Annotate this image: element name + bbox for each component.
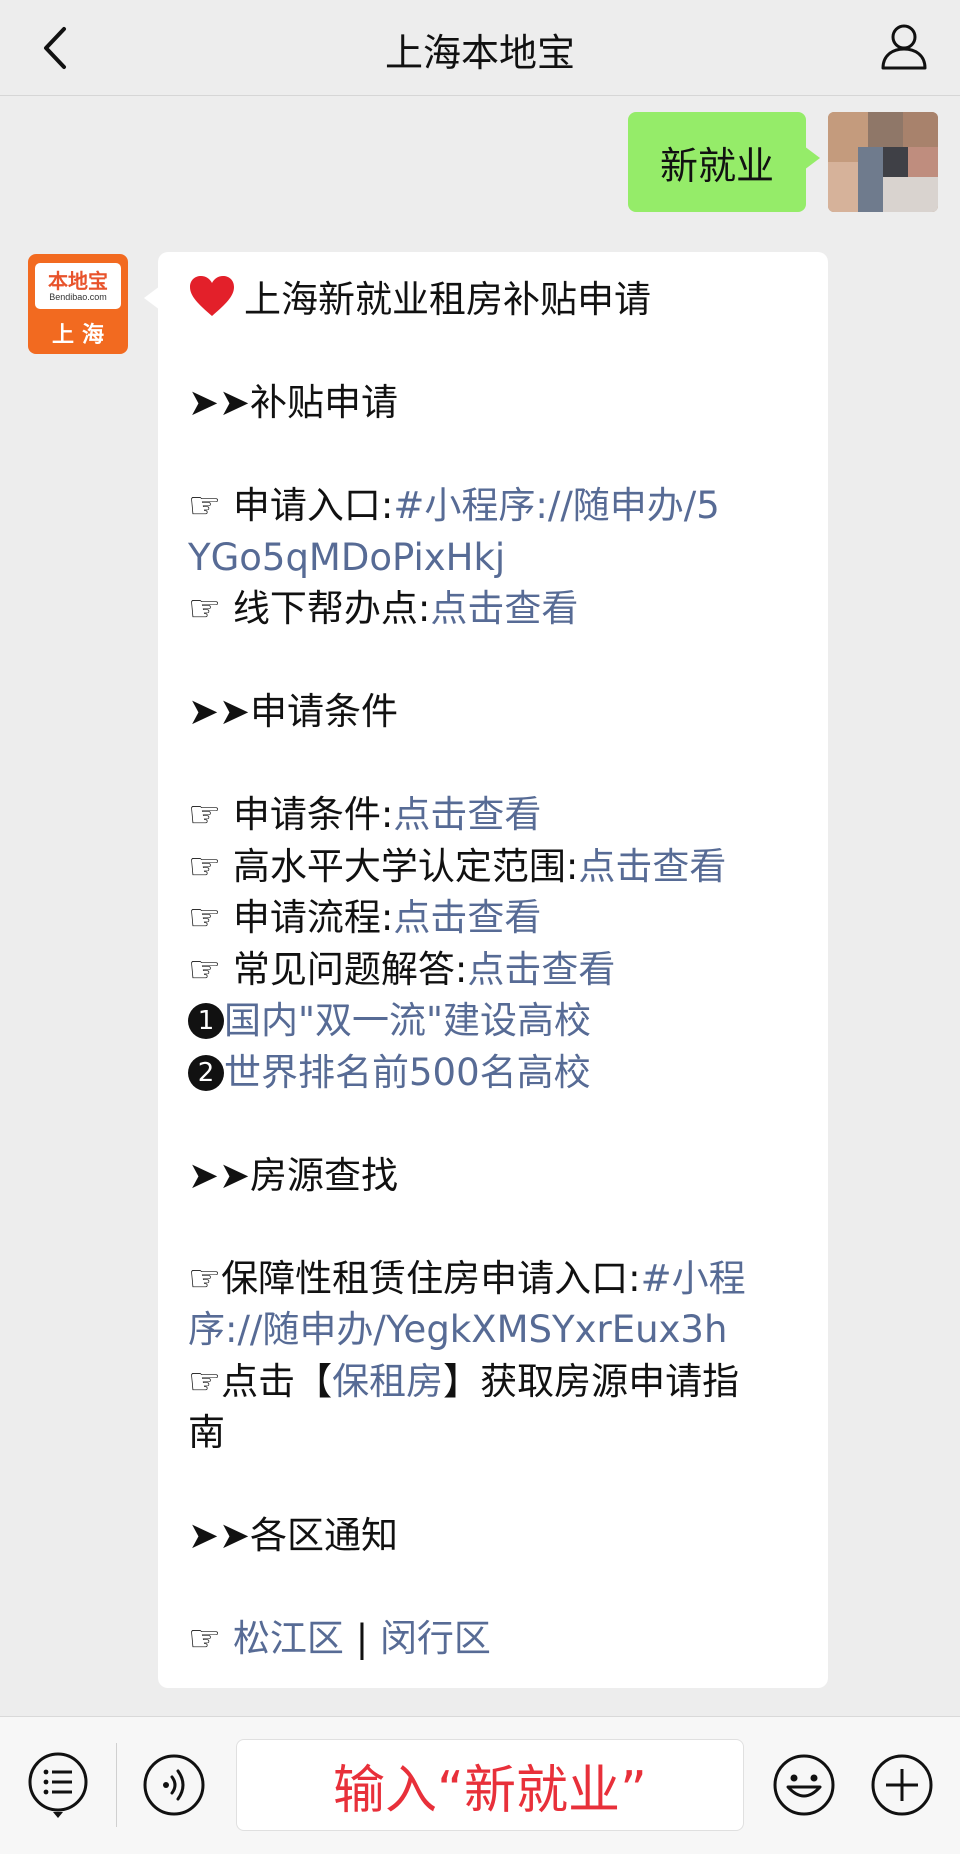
guarantee-rental-tail: 南 xyxy=(188,1411,225,1454)
rental-housing-entry-link-cont-line: 序://随申办/YegkXMSYxrEux3h xyxy=(188,1304,808,1356)
conditions-label: ☞ 申请条件: xyxy=(188,793,394,836)
bot-avatar[interactable]: 本地宝 Bendibao.com 上海 xyxy=(28,254,128,354)
guarantee-rental-post: 】获取房源申请指 xyxy=(443,1359,740,1403)
bot-logo: 本地宝 Bendibao.com xyxy=(35,263,121,309)
rental-housing-entry-link[interactable]: #小程 xyxy=(641,1257,746,1300)
guarantee-rental-pre: ☞点击【 xyxy=(188,1359,333,1403)
faq-line: ☞ 常见问题解答:点击查看 xyxy=(188,944,808,996)
voice-icon xyxy=(143,1754,205,1816)
more-button[interactable] xyxy=(868,1751,936,1819)
guarantee-rental-line: ☞点击【保租房】获取房源申请指 xyxy=(188,1356,808,1408)
faq-label: ☞ 常见问题解答: xyxy=(188,947,468,991)
chat-input-bar: 输入“新就业” xyxy=(0,1716,960,1854)
section-heading-housing: ➤➤房源查找 xyxy=(188,1153,399,1197)
emoji-button[interactable] xyxy=(770,1751,838,1819)
districts-separator: | xyxy=(343,1617,380,1660)
user-avatar[interactable] xyxy=(828,112,938,212)
apply-entry-link[interactable]: #小程序://随申办/5 xyxy=(393,484,719,527)
guarantee-rental-link[interactable]: 保租房 xyxy=(332,1360,443,1403)
voice-button[interactable] xyxy=(140,1751,208,1819)
apply-entry-link-cont-line: YGo5qMDoPixHkj xyxy=(188,532,808,584)
plus-icon xyxy=(871,1754,933,1816)
section-heading-conditions: ➤➤申请条件 xyxy=(188,690,399,733)
outgoing-text: 新就业 xyxy=(659,143,774,188)
faq-link[interactable]: 点击查看 xyxy=(467,948,615,991)
number-one-icon: 1 xyxy=(188,1003,224,1039)
double-first-class-line: 1 国内"双一流"建设高校 xyxy=(188,995,808,1047)
heart-icon xyxy=(190,276,234,316)
minhang-link[interactable]: 闵行区 xyxy=(380,1617,491,1660)
university-scope-line: ☞ 高水平大学认定范围:点击查看 xyxy=(188,841,808,893)
university-scope-link[interactable]: 点击查看 xyxy=(578,845,726,888)
offline-help-link[interactable]: 点击查看 xyxy=(430,587,578,630)
list-icon xyxy=(28,1752,88,1818)
rental-housing-entry-line: ☞保障性租赁住房申请入口:#小程 xyxy=(188,1253,808,1305)
offline-help-label: ☞ 线下帮办点: xyxy=(188,587,431,630)
nav-bar: 上海本地宝 xyxy=(0,0,960,96)
bot-logo-city: 上海 xyxy=(51,323,112,348)
guarantee-rental-tail-line: 南 xyxy=(188,1407,808,1459)
rental-housing-entry-label: ☞保障性租赁住房申请入口: xyxy=(188,1256,641,1300)
smiley-icon xyxy=(773,1754,835,1816)
university-scope-label: ☞ 高水平大学认定范围: xyxy=(188,844,579,888)
apply-entry-line: ☞ 申请入口:#小程序://随申办/5 xyxy=(188,480,808,532)
section-heading-subsidy: ➤➤补贴申请 xyxy=(188,381,399,424)
menu-button[interactable] xyxy=(24,1751,92,1819)
message-input[interactable]: 输入“新就业” xyxy=(236,1739,744,1831)
world-top500-line: 2 世界排名前500名高校 xyxy=(188,1047,808,1099)
message-title: 上海新就业租房补贴申请 xyxy=(244,278,651,321)
districts-line: ☞ 松江区 | 闵行区 xyxy=(188,1613,808,1665)
conditions-link[interactable]: 点击查看 xyxy=(393,793,541,836)
songjiang-link[interactable]: 松江区 xyxy=(233,1617,344,1660)
apply-entry-link-cont[interactable]: YGo5qMDoPixHkj xyxy=(188,536,505,579)
process-link[interactable]: 点击查看 xyxy=(393,896,541,939)
outgoing-message-row: 新就业 xyxy=(627,112,938,212)
page-title: 上海本地宝 xyxy=(384,31,575,75)
bot-logo-domain: Bendibao.com xyxy=(49,292,107,302)
rental-housing-entry-link-cont[interactable]: 序://随申办/YegkXMSYxrEux3h xyxy=(188,1308,727,1351)
incoming-bubble: 上海新就业租房补贴申请 ➤➤补贴申请 ☞ 申请入口:#小程序://随申办/5 Y… xyxy=(144,252,828,1688)
double-first-class-link[interactable]: 国内"双一流"建设高校 xyxy=(224,999,591,1042)
process-line: ☞ 申请流程:点击查看 xyxy=(188,892,808,944)
bar-divider xyxy=(116,1743,117,1827)
person-icon xyxy=(881,24,927,70)
districts-prefix: ☞ xyxy=(188,1617,233,1660)
outgoing-bubble[interactable]: 新就业 xyxy=(627,112,821,212)
input-hint: 输入“新就业” xyxy=(333,1760,647,1821)
section-heading-districts: ➤➤各区通知 xyxy=(188,1514,399,1557)
number-two-icon: 2 xyxy=(188,1054,224,1091)
offline-help-line: ☞ 线下帮办点:点击查看 xyxy=(188,583,808,635)
apply-entry-label: ☞ 申请入口: xyxy=(188,484,394,527)
process-label: ☞ 申请流程: xyxy=(188,896,394,939)
conditions-line: ☞ 申请条件:点击查看 xyxy=(188,789,808,841)
bot-logo-brand: 本地宝 xyxy=(48,269,108,293)
profile-button[interactable] xyxy=(872,14,936,78)
message-title-line: 上海新就业租房补贴申请 xyxy=(188,274,808,326)
world-top500-link[interactable]: 世界排名前500名高校 xyxy=(224,1051,591,1094)
